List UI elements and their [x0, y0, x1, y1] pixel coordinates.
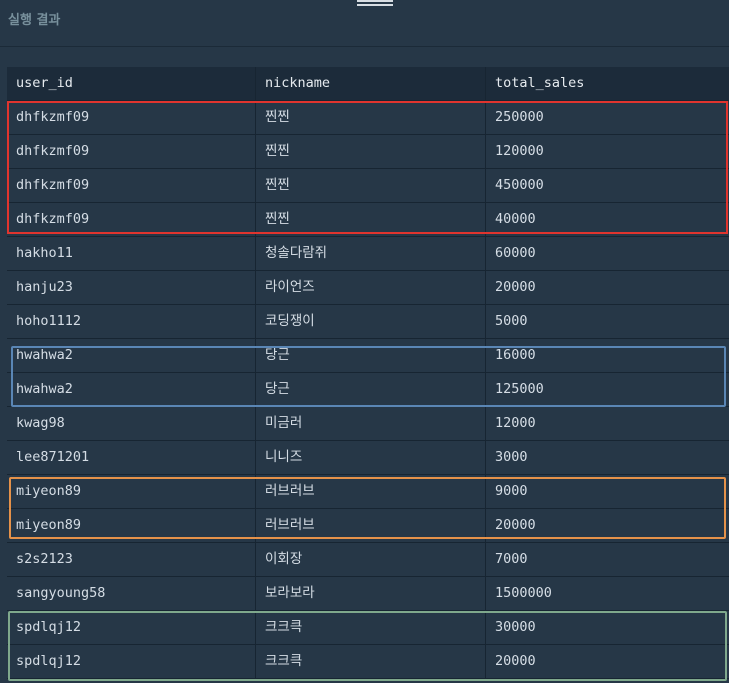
cell-nickname: 미금러 [256, 407, 486, 440]
table-row: miyeon89 러브러브 20000 [7, 509, 729, 543]
cell-total-sales: 40000 [495, 211, 536, 227]
cell-user-id: hoho1112 [7, 305, 256, 338]
table-row: kwag98 미금러 12000 [7, 407, 729, 441]
cell-user-id: dhfkzmf09 [7, 101, 256, 134]
cell-total-sales: 60000 [495, 245, 536, 261]
table-row: s2s2123 이회장 7000 [7, 543, 729, 577]
cell-nickname: 보라보라 [256, 577, 486, 610]
cell-nickname: 당근 [256, 339, 486, 372]
cell-total-sales: 20000 [495, 279, 536, 295]
column-header-nickname: nickname [256, 67, 486, 100]
cell-user-id: hwahwa2 [7, 339, 256, 372]
cell-nickname: 크크큭 [256, 645, 486, 678]
cell-total-sales: 450000 [495, 177, 544, 193]
cell-total-sales: 16000 [495, 347, 536, 363]
cell-nickname: 찐찐 [256, 203, 486, 236]
cell-total-sales: 125000 [495, 381, 544, 397]
cell-nickname: 러브러브 [256, 475, 486, 508]
cell-total-sales: 12000 [495, 415, 536, 431]
cell-nickname: 크크큭 [256, 611, 486, 644]
cell-total-sales: 20000 [495, 653, 536, 669]
cell-user-id: spdlqj12 [7, 645, 256, 678]
table-row: dhfkzmf09 찐찐 120000 [7, 135, 729, 169]
result-table: user_id nickname total_sales dhfkzmf09 찐찐… [7, 67, 729, 679]
cell-user-id: lee871201 [7, 441, 256, 474]
cell-total-sales: 20000 [495, 517, 536, 533]
table-row: sangyoung58 보라보라 1500000 [7, 577, 729, 611]
table-row: dhfkzmf09 찐찐 40000 [7, 203, 729, 237]
table-row: hakho11 청솔다람쥐 60000 [7, 237, 729, 271]
table-body: dhfkzmf09 찐찐 250000 dhfkzmf09 찐찐 120000 dhfkzm… [7, 101, 729, 679]
cell-nickname: 니니즈 [256, 441, 486, 474]
cell-user-id: dhfkzmf09 [7, 135, 256, 168]
table-row: hwahwa2 당근 16000 [7, 339, 729, 373]
column-header-user-id: user_id [7, 67, 256, 100]
cell-total-sales: 3000 [495, 449, 528, 465]
cell-total-sales: 9000 [495, 483, 528, 499]
cell-user-id: miyeon89 [7, 509, 256, 542]
cell-total-sales: 1500000 [495, 585, 552, 601]
cell-user-id: kwag98 [7, 407, 256, 440]
cell-nickname: 라이언즈 [256, 271, 486, 304]
table-row: miyeon89 러브러브 9000 [7, 475, 729, 509]
cell-nickname: 이회장 [256, 543, 486, 576]
cell-user-id: miyeon89 [7, 475, 256, 508]
cell-user-id: dhfkzmf09 [7, 169, 256, 202]
resize-handle[interactable] [357, 0, 393, 6]
cell-nickname: 러브러브 [256, 509, 486, 542]
cell-total-sales: 5000 [495, 313, 528, 329]
cell-user-id: sangyoung58 [7, 577, 256, 610]
table-row: hanju23 라이언즈 20000 [7, 271, 729, 305]
cell-user-id: spdlqj12 [7, 611, 256, 644]
cell-total-sales: 250000 [495, 109, 544, 125]
table-header: user_id nickname total_sales [7, 67, 729, 101]
divider [0, 46, 729, 47]
table-row: hwahwa2 당근 125000 [7, 373, 729, 407]
table-row: hoho1112 코딩쟁이 5000 [7, 305, 729, 339]
table-row: spdlqj12 크크큭 30000 [7, 611, 729, 645]
cell-nickname: 당근 [256, 373, 486, 406]
cell-total-sales: 30000 [495, 619, 536, 635]
cell-nickname: 청솔다람쥐 [256, 237, 486, 270]
cell-nickname: 코딩쟁이 [256, 305, 486, 338]
panel-title: 실행 결과 [8, 13, 61, 28]
table-row: spdlqj12 크크큭 20000 [7, 645, 729, 679]
cell-user-id: dhfkzmf09 [7, 203, 256, 236]
cell-nickname: 찐찐 [256, 169, 486, 202]
cell-user-id: hakho11 [7, 237, 256, 270]
table-row: lee871201 니니즈 3000 [7, 441, 729, 475]
table-row: dhfkzmf09 찐찐 450000 [7, 169, 729, 203]
column-header-total-sales: total_sales [495, 75, 585, 91]
cell-user-id: hwahwa2 [7, 373, 256, 406]
cell-total-sales: 120000 [495, 143, 544, 159]
cell-user-id: s2s2123 [7, 543, 256, 576]
cell-total-sales: 7000 [495, 551, 528, 567]
cell-nickname: 찐찐 [256, 101, 486, 134]
table-row: dhfkzmf09 찐찐 250000 [7, 101, 729, 135]
cell-user-id: hanju23 [7, 271, 256, 304]
cell-nickname: 찐찐 [256, 135, 486, 168]
